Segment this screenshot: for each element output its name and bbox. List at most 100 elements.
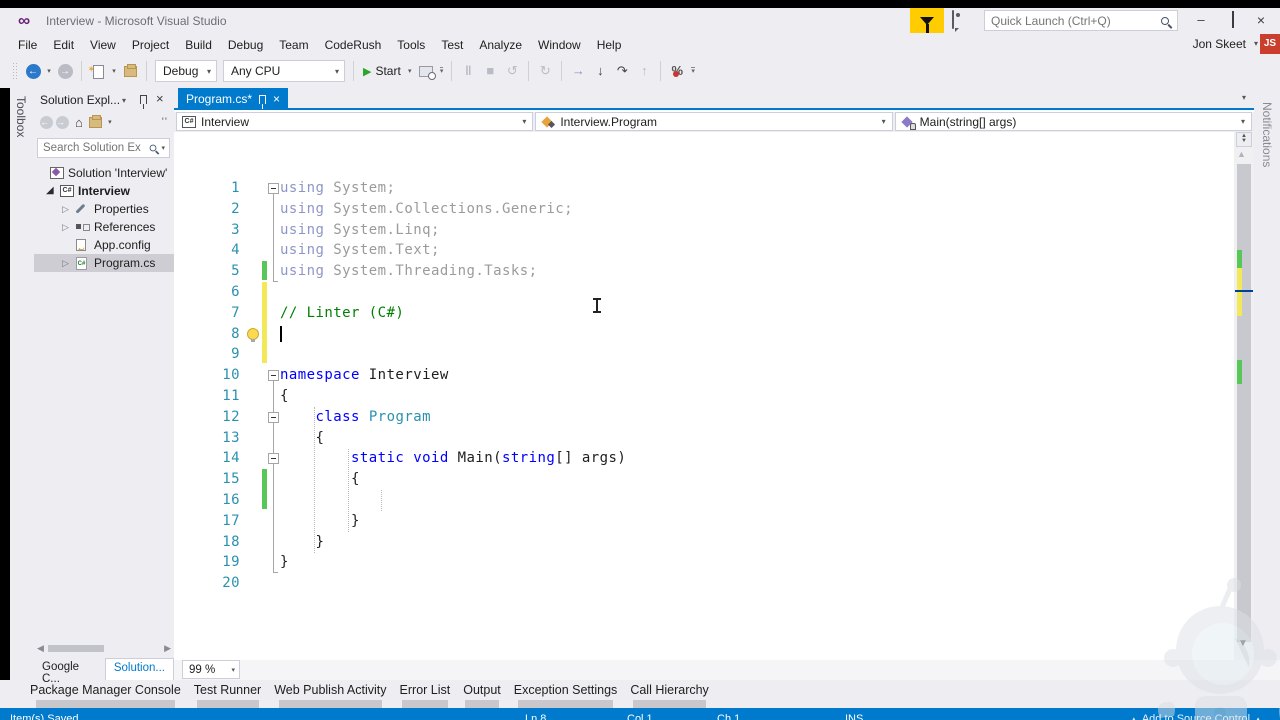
step-over-button[interactable]: ↷ (613, 61, 631, 81)
code-line[interactable]: 20 (174, 573, 1230, 594)
fold-collapse-icon[interactable] (268, 370, 279, 381)
menu-project[interactable]: Project (124, 35, 177, 55)
scroll-right-icon[interactable]: ▶ (164, 643, 171, 654)
dropdown-caret-icon[interactable]: ▾ (522, 117, 532, 126)
tool-tab-package-manager-console[interactable]: Package Manager Console (30, 680, 181, 708)
tool-tab-output[interactable]: Output (463, 680, 501, 708)
scroll-left-icon[interactable]: ◀ (37, 643, 44, 654)
toolbar-overflow2-icon[interactable]: ▾ (691, 67, 695, 75)
code-line[interactable]: 18 } (174, 532, 1230, 553)
minimize-button[interactable]: – (1190, 10, 1212, 30)
avatar[interactable]: JS (1260, 34, 1280, 54)
code-line[interactable]: 7// Linter (C#) (174, 303, 1230, 324)
start-debug-button[interactable]: ▶Start (363, 64, 401, 78)
tree-item-references[interactable]: ▷References (34, 218, 174, 236)
home-icon[interactable]: ⌂ (75, 115, 83, 130)
expand-arrow-icon[interactable]: ▷ (62, 200, 69, 218)
start-dropdown-caret-icon[interactable]: ▾ (405, 67, 415, 75)
step-into-button[interactable]: ↓ (591, 61, 609, 81)
sync-with-active-document-icon[interactable] (89, 117, 102, 128)
menu-window[interactable]: Window (530, 35, 589, 55)
sync-caret-icon[interactable]: ▾ (105, 118, 115, 126)
code-line[interactable]: 15 { (174, 469, 1230, 490)
toolbar-grip[interactable] (12, 62, 18, 80)
code-line[interactable]: 16 (174, 490, 1230, 511)
menu-edit[interactable]: Edit (45, 35, 82, 55)
editor-vertical-scrollbar[interactable]: ▲▼ ▲ ▼ (1234, 132, 1254, 660)
solution-search-box[interactable]: ▾ (37, 138, 170, 158)
menu-view[interactable]: View (82, 35, 124, 55)
new-file-dropdown-caret-icon[interactable]: ▾ (109, 67, 119, 75)
menu-debug[interactable]: Debug (220, 35, 271, 55)
menu-test[interactable]: Test (433, 35, 471, 55)
code-analysis-button[interactable]: % (668, 61, 686, 81)
new-file-button[interactable] (89, 61, 107, 81)
pin-icon[interactable] (140, 95, 147, 104)
panel-menu-caret-icon[interactable]: ▾ (122, 96, 126, 105)
code-line[interactable]: 4using System.Text; (174, 240, 1230, 261)
tab-well-caret-icon[interactable]: ▾ (1242, 93, 1246, 102)
menu-analyze[interactable]: Analyze (471, 35, 530, 55)
code-line[interactable]: 12 class Program (174, 407, 1230, 428)
panel-close-icon[interactable]: × (156, 91, 164, 106)
fold-collapse-icon[interactable] (268, 453, 279, 464)
configuration-dropdown[interactable]: Debug▾ (155, 60, 217, 82)
add-item-button[interactable] (121, 61, 139, 81)
close-button[interactable]: × (1250, 10, 1272, 30)
navigate-back-button[interactable]: ← (24, 61, 42, 81)
lightbulb-icon[interactable] (247, 328, 259, 340)
fold-collapse-icon[interactable] (268, 412, 279, 423)
nav-dropdown-method[interactable]: Main(string[] args)▾ (895, 112, 1252, 131)
scrollbar-thumb[interactable] (1237, 164, 1251, 642)
nav-dropdown-class[interactable]: Interview.Program▾ (535, 112, 892, 131)
menu-coderush[interactable]: CodeRush (317, 35, 390, 55)
tree-item-app-config[interactable]: App.config (34, 236, 174, 254)
code-line[interactable]: 11{ (174, 386, 1230, 407)
code-line[interactable]: 9 (174, 344, 1230, 365)
filter-button[interactable] (910, 8, 944, 33)
quick-launch-input[interactable] (985, 14, 1161, 28)
tool-tab-call-hierarchy[interactable]: Call Hierarchy (630, 680, 709, 708)
platform-dropdown[interactable]: Any CPU▾ (223, 60, 345, 82)
panel-tab-solution-[interactable]: Solution... (105, 658, 174, 680)
menu-file[interactable]: File (10, 35, 45, 55)
show-next-statement-button[interactable]: → (569, 61, 587, 81)
tool-tab-error-list[interactable]: Error List (400, 680, 451, 708)
splitter-handle-icon[interactable]: ▲▼ (1236, 132, 1252, 147)
code-line[interactable]: 2using System.Collections.Generic; (174, 199, 1230, 220)
tab-close-icon[interactable]: × (273, 92, 280, 106)
code-line[interactable]: 17 } (174, 511, 1230, 532)
scroll-down-icon[interactable]: ▼ (1238, 638, 1248, 649)
notifications-tab[interactable]: Notifications (1256, 88, 1278, 181)
tool-tab-test-runner[interactable]: Test Runner (194, 680, 261, 708)
user-dropdown-caret-icon[interactable]: ▾ (1254, 39, 1258, 48)
navigate-forward-button[interactable]: → (56, 61, 74, 81)
code-line[interactable]: 14 static void Main(string[] args) (174, 448, 1230, 469)
expand-arrow-icon[interactable]: ▷ (62, 254, 69, 272)
scroll-up-icon[interactable]: ▲ (1237, 149, 1246, 159)
menu-tools[interactable]: Tools (389, 35, 433, 55)
code-line[interactable]: 13 { (174, 428, 1230, 449)
code-line[interactable]: 6 (174, 282, 1230, 303)
menu-help[interactable]: Help (589, 35, 630, 55)
dropdown-caret-icon[interactable]: ▾ (1241, 117, 1251, 126)
menu-build[interactable]: Build (177, 35, 220, 55)
tree-item-interview[interactable]: ◢C#Interview (34, 182, 174, 200)
code-line[interactable]: 8 (174, 324, 1230, 345)
fold-collapse-icon[interactable] (268, 183, 279, 194)
code-line[interactable]: 5using System.Threading.Tasks; (174, 261, 1230, 282)
document-tab-program-cs[interactable]: Program.cs* × (178, 88, 288, 110)
feedback-button[interactable] (952, 11, 972, 29)
restore-button[interactable] (1222, 10, 1244, 30)
code-line[interactable]: 3using System.Linq; (174, 220, 1230, 241)
panel-tab-google-c-[interactable]: Google C... (34, 658, 105, 680)
collapse-arrow-icon[interactable]: ◢ (46, 182, 54, 200)
code-editor[interactable]: 1using System;2using System.Collections.… (174, 132, 1230, 660)
expand-arrow-icon[interactable]: ▷ (62, 218, 69, 236)
nav-dropdown-csproj[interactable]: C#Interview▾ (176, 112, 533, 131)
add-to-source-control-button[interactable]: ▲Add to Source Control▲ (1126, 713, 1266, 720)
user-name[interactable]: Jon Skeet (1193, 37, 1246, 51)
dropdown-caret-icon[interactable]: ▾ (882, 117, 892, 126)
scrollbar-thumb[interactable] (48, 645, 104, 652)
horizontal-scrollbar[interactable]: ◀ ▶ (34, 641, 174, 657)
